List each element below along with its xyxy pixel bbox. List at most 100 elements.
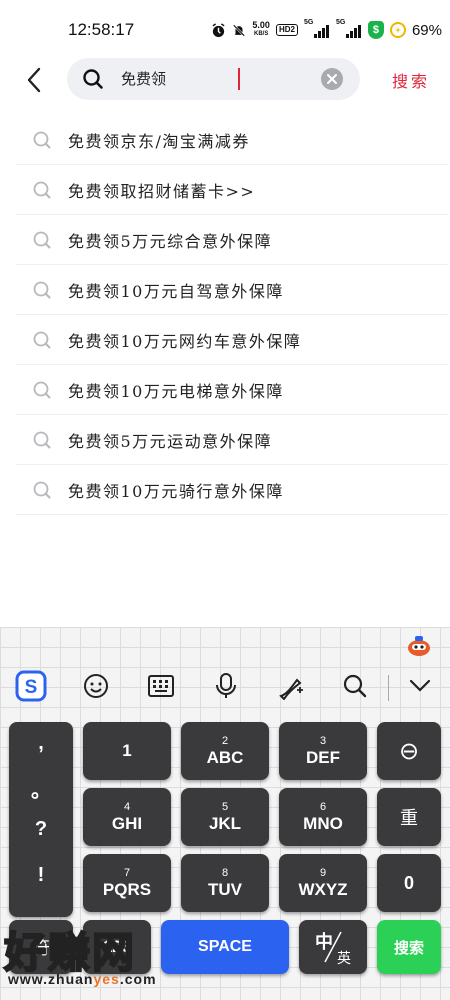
- key-2[interactable]: 2 ABC: [181, 722, 269, 780]
- suggestion-item[interactable]: 免费领10万元网约车意外保障: [16, 315, 448, 365]
- key-letters: PQRS: [102, 880, 152, 899]
- punct-period[interactable]: 。: [9, 774, 73, 803]
- delete-key[interactable]: ⊖: [377, 722, 441, 780]
- delete-icon: ⊖: [398, 737, 420, 765]
- number-key[interactable]: 123: [83, 920, 151, 974]
- key-num: 5: [221, 801, 229, 813]
- key-letters: ABC: [206, 748, 244, 767]
- search-icon: [32, 430, 52, 450]
- symbol-key[interactable]: 符: [9, 920, 73, 974]
- key-3[interactable]: 3 DEF: [279, 722, 367, 780]
- emoji-icon[interactable]: [79, 669, 113, 703]
- key-num: 4: [123, 801, 131, 813]
- key-num: 2: [221, 735, 229, 747]
- suggestion-text: 免费领10万元网约车意外保障: [68, 331, 302, 351]
- key-num: 6: [319, 801, 327, 813]
- keyboard-icon[interactable]: [144, 669, 178, 703]
- back-button[interactable]: [18, 62, 50, 98]
- suggestion-item[interactable]: 免费领5万元运动意外保障: [16, 415, 448, 465]
- key-letters: JKL: [208, 814, 242, 833]
- key-letters: GHI: [111, 814, 143, 833]
- hd-badge: HD2: [275, 24, 298, 36]
- clear-button[interactable]: [321, 68, 343, 90]
- chevron-left-icon: [27, 67, 41, 93]
- close-icon: [327, 74, 337, 84]
- search-submit-button[interactable]: 搜索: [392, 68, 430, 92]
- shield-icon: $: [367, 21, 384, 39]
- search-box[interactable]: [67, 58, 360, 100]
- suggestion-item[interactable]: 免费领5万元综合意外保障: [16, 215, 448, 265]
- key-8[interactable]: 8 TUV: [181, 854, 269, 912]
- svg-text:S: S: [25, 677, 38, 698]
- retype-key[interactable]: 重: [377, 788, 441, 846]
- punctuation-column[interactable]: , 。 ? !: [9, 722, 73, 917]
- lang-divider-icon: [324, 931, 342, 963]
- suggestion-item[interactable]: 免费领取招财储蓄卡>>: [16, 165, 448, 215]
- suggestion-text: 免费领5万元综合意外保障: [68, 231, 273, 251]
- mute-bell-icon: [232, 23, 246, 38]
- ime-keyboard: S , 。 ? ! 1 2 ABC 3 DEF ⊖ 4 GHI 5 JKL 6 …: [0, 627, 450, 1000]
- space-key[interactable]: SPACE: [161, 920, 289, 974]
- mascot-icon[interactable]: [406, 635, 432, 657]
- suggestion-item[interactable]: 免费领10万元电梯意外保障: [16, 365, 448, 415]
- search-icon: [32, 280, 52, 300]
- key-letters: MNO: [303, 814, 343, 833]
- search-icon: [81, 67, 105, 95]
- text-caret: [238, 68, 240, 90]
- key-num: 8: [221, 867, 229, 879]
- status-icons: 5.00 KB/S HD2 5G 5G $ + 69%: [211, 18, 442, 42]
- search-icon: [32, 330, 52, 350]
- key-num: 7: [123, 867, 131, 879]
- language-switch-key[interactable]: 中 英: [299, 920, 367, 974]
- suggestion-text: 免费领5万元运动意外保障: [68, 431, 273, 451]
- lang-sub: 英: [337, 951, 351, 967]
- key-letters: WXYZ: [298, 880, 348, 899]
- signal-label-1: 5G: [303, 19, 314, 26]
- signal-icon-1: 5G: [303, 19, 330, 38]
- search-icon: [32, 130, 52, 150]
- punct-comma[interactable]: ,: [9, 732, 73, 755]
- battery-saver-icon: +: [389, 22, 406, 38]
- key-4[interactable]: 4 GHI: [83, 788, 171, 846]
- search-input[interactable]: [121, 69, 321, 89]
- key-0[interactable]: 0: [377, 854, 441, 912]
- key-num: 3: [319, 735, 327, 747]
- suggestion-text: 免费领京东/淘宝满减券: [68, 131, 250, 151]
- suggestion-text: 免费领10万元电梯意外保障: [68, 381, 284, 401]
- status-bar: 12:58:17 5.00 KB/S HD2 5G 5G $ + 69%: [0, 0, 450, 60]
- suggestion-item[interactable]: 免费领10万元骑行意外保障: [16, 465, 448, 515]
- key-7[interactable]: 7 PQRS: [83, 854, 171, 912]
- search-icon: [32, 180, 52, 200]
- suggestion-item[interactable]: 免费领京东/淘宝满减券: [16, 115, 448, 165]
- status-time: 12:58:17: [68, 20, 135, 39]
- suggestion-text: 免费领10万元自驾意外保障: [68, 281, 284, 301]
- key-5[interactable]: 5 JKL: [181, 788, 269, 846]
- suggestion-item[interactable]: 免费领10万元自驾意外保障: [16, 265, 448, 315]
- speed-value: 5.00: [252, 20, 270, 30]
- search-icon: [32, 230, 52, 250]
- key-1[interactable]: 1: [83, 722, 171, 780]
- space-label: SPACE: [198, 938, 252, 955]
- lang-main: 中: [315, 932, 333, 953]
- toolbar-divider: [388, 675, 389, 701]
- number-key-label: 123: [102, 937, 132, 956]
- keyboard-search-icon[interactable]: [338, 669, 372, 703]
- keyboard-search-button[interactable]: 搜索: [377, 920, 441, 974]
- sogou-logo-icon[interactable]: S: [14, 669, 48, 703]
- speed-unit: KB/S: [254, 31, 269, 37]
- key-9[interactable]: 9 WXYZ: [279, 854, 367, 912]
- signal-icon-2: 5G: [335, 19, 362, 38]
- battery-percent: 69%: [411, 21, 442, 39]
- collapse-icon[interactable]: [403, 669, 437, 703]
- key-letters: DEF: [306, 748, 340, 767]
- signal-label-2: 5G: [335, 19, 346, 26]
- punct-exclaim[interactable]: !: [9, 864, 73, 887]
- search-icon: [32, 480, 52, 500]
- search-icon: [32, 380, 52, 400]
- punct-question[interactable]: ?: [9, 818, 73, 841]
- key-6[interactable]: 6 MNO: [279, 788, 367, 846]
- microphone-icon[interactable]: [209, 669, 243, 703]
- handwriting-icon[interactable]: [274, 669, 308, 703]
- suggestion-list: 免费领京东/淘宝满减券 免费领取招财储蓄卡>> 免费领5万元综合意外保障 免费领…: [16, 115, 448, 515]
- suggestion-text: 免费领取招财储蓄卡>>: [68, 181, 256, 201]
